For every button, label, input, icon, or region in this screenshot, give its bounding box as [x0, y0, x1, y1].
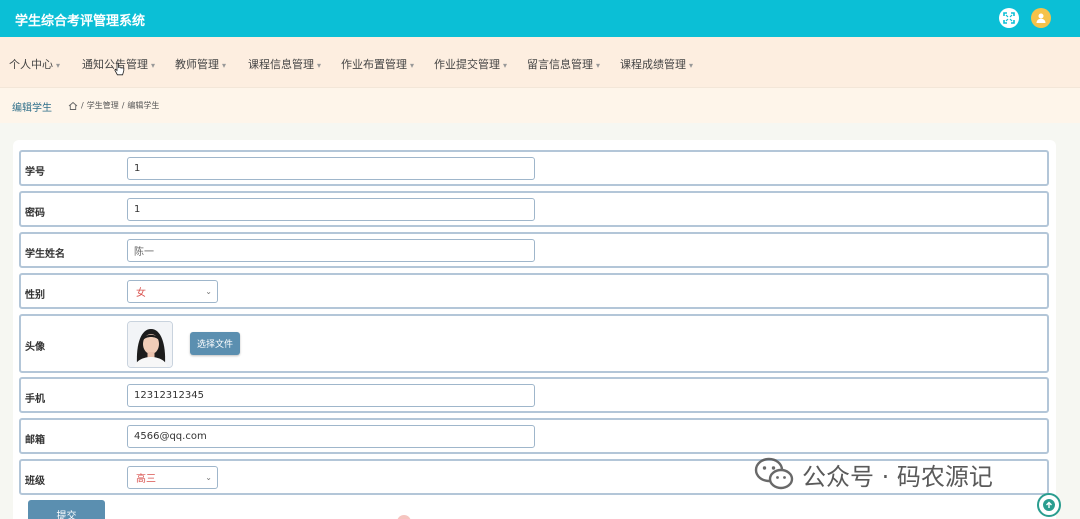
breadcrumb-student-management[interactable]: 学生管理: [87, 100, 119, 111]
phone-input[interactable]: [127, 384, 535, 407]
phone-label: 手机: [25, 394, 45, 405]
form-row-phone: 手机: [19, 377, 1049, 413]
nav-item-homework-assign[interactable]: 作业布置管理 ▾: [341, 56, 414, 72]
submit-button[interactable]: 提交: [28, 500, 105, 519]
nav-item-message-management[interactable]: 留言信息管理 ▾: [527, 56, 600, 72]
class-label: 班级: [25, 476, 45, 487]
avatar-label: 头像: [25, 342, 45, 353]
form-row-email: 邮箱: [19, 418, 1049, 454]
mouse-cursor-icon: [114, 62, 125, 76]
caret-down-icon: ▾: [151, 61, 156, 70]
password-label: 密码: [25, 208, 45, 219]
app-title: 学生综合考评管理系统: [15, 14, 146, 29]
nav-item-personal-center[interactable]: 个人中心 ▾: [9, 56, 60, 72]
nav-item-teacher-management[interactable]: 教师管理 ▾: [175, 56, 226, 72]
email-input[interactable]: [127, 425, 535, 448]
chevron-down-icon: ⌄: [205, 473, 212, 482]
caret-down-icon: ▾: [222, 61, 227, 70]
form-row-avatar: 头像 选择文件: [19, 314, 1049, 373]
form-row-gender: 性别 女 ⌄: [19, 273, 1049, 309]
user-avatar-icon: [1036, 13, 1046, 23]
nav-item-course-info[interactable]: 课程信息管理 ▾: [248, 56, 321, 72]
nav-item-homework-submit[interactable]: 作业提交管理 ▾: [434, 56, 507, 72]
caret-down-icon: ▾: [56, 61, 61, 70]
wechat-icon: [754, 457, 794, 490]
student-name-input[interactable]: [127, 239, 535, 262]
gender-label: 性别: [25, 290, 45, 301]
breadcrumb: / 学生管理 / 编辑学生: [68, 100, 159, 111]
page-title: 编辑学生: [12, 103, 52, 114]
form-row-student-number: 学号: [19, 150, 1049, 186]
email-label: 邮箱: [25, 435, 45, 446]
nav-item-course-grades[interactable]: 课程成绩管理 ▾: [620, 56, 693, 72]
main-nav: 个人中心 ▾ 通知公告管理 ▾ 教师管理 ▾ 课程信息管理 ▾ 作业布置管理 ▾ 作业提交…: [0, 37, 1080, 87]
watermark: 公众号 · 码农源记: [754, 456, 993, 492]
student-photo: [127, 321, 173, 368]
student-number-input[interactable]: [127, 157, 535, 180]
portrait-image: [128, 322, 172, 367]
student-number-label: 学号: [25, 167, 45, 178]
form-row-password: 密码: [19, 191, 1049, 227]
scroll-top-button[interactable]: [1037, 493, 1061, 517]
fullscreen-button[interactable]: [999, 8, 1019, 28]
password-input[interactable]: [127, 198, 535, 221]
arrow-up-icon: [1043, 499, 1055, 511]
caret-down-icon: ▾: [689, 61, 694, 70]
caret-down-icon: ▾: [596, 61, 601, 70]
caret-down-icon: ▾: [317, 61, 322, 70]
watermark-text: 公众号 · 码农源记: [802, 462, 993, 491]
form-row-student-name: 学生姓名: [19, 232, 1049, 268]
user-avatar-button[interactable]: [1031, 8, 1051, 28]
class-select[interactable]: 高三 ⌄: [127, 466, 218, 489]
breadcrumb-separator: /: [81, 101, 84, 110]
home-icon[interactable]: [68, 101, 78, 111]
fullscreen-icon: [1003, 12, 1015, 24]
gender-select[interactable]: 女 ⌄: [127, 280, 218, 303]
student-name-label: 学生姓名: [25, 249, 65, 260]
breadcrumb-bar: 编辑学生 / 学生管理 / 编辑学生: [0, 87, 1080, 123]
choose-file-button[interactable]: 选择文件: [190, 332, 240, 355]
chevron-down-icon: ⌄: [205, 287, 212, 296]
caret-down-icon: ▾: [503, 61, 508, 70]
top-bar: 学生综合考评管理系统: [0, 0, 1080, 37]
caret-down-icon: ▾: [410, 61, 415, 70]
breadcrumb-edit-student: 编辑学生: [127, 101, 160, 110]
breadcrumb-separator: /: [121, 101, 125, 110]
